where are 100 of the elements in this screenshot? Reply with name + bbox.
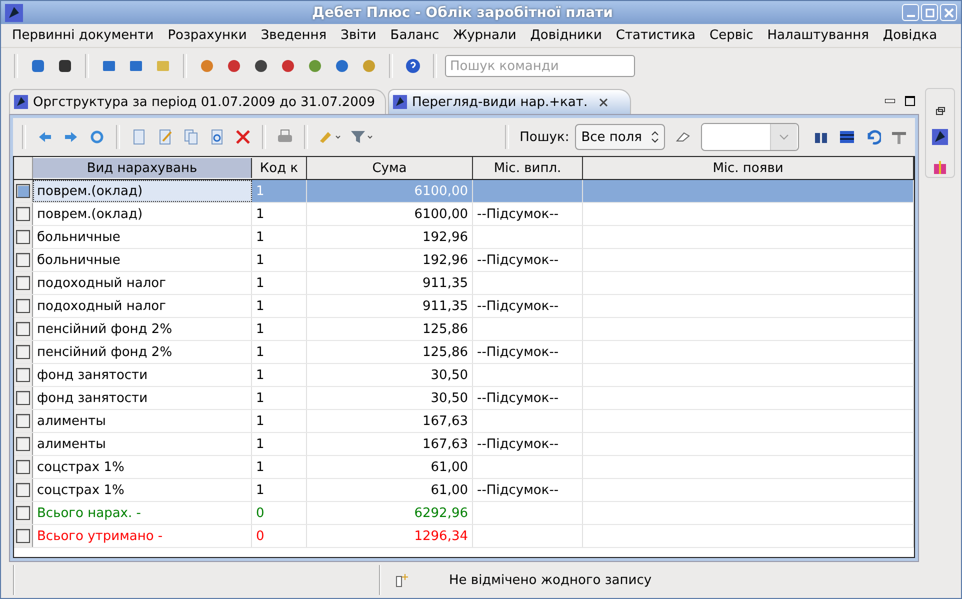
table-cell: 30,50 <box>430 390 468 406</box>
table-cell: 1 <box>256 414 264 428</box>
maximize-button[interactable] <box>921 4 938 21</box>
table-row[interactable]: пенсійний фонд 2% 1 125,86 <box>14 318 914 341</box>
command-search-field[interactable]: Пошук команди <box>445 55 635 77</box>
table-row[interactable]: Всього утримано - 0 1296,34 <box>14 525 914 548</box>
minimize-icon <box>906 15 914 17</box>
minimize-icon[interactable] <box>885 99 895 103</box>
table-cell: больничные <box>37 252 120 268</box>
search-scope-dropdown[interactable]: Все поля <box>575 124 665 150</box>
row-checkbox[interactable] <box>16 529 30 543</box>
menu-item[interactable]: Звіти <box>334 28 384 43</box>
table-cell: 6292,96 <box>414 506 468 520</box>
gift-icon[interactable] <box>932 159 948 175</box>
table-cell: 167,63 <box>422 436 468 452</box>
row-checkbox[interactable] <box>16 437 30 451</box>
table-cell: 192,96 <box>422 252 468 268</box>
row-checkbox[interactable] <box>16 184 30 198</box>
row-checkbox[interactable] <box>16 483 30 497</box>
menu-item[interactable]: Первинні документи <box>5 28 161 43</box>
restore-icon[interactable] <box>936 107 944 115</box>
table-cell: --Підсумок-- <box>477 206 559 222</box>
menu-item[interactable]: Розрахунки <box>160 28 254 43</box>
close-icon[interactable] <box>598 98 608 106</box>
table-cell: 1 <box>256 252 264 268</box>
table-row[interactable]: соцстрах 1% 1 61,00 --Підсумок-- <box>14 479 914 502</box>
row-checkbox[interactable] <box>16 414 30 428</box>
table-cell: 0 <box>256 528 264 544</box>
table-row[interactable]: подоходный налог 1 911,35 <box>14 272 914 295</box>
close-button[interactable] <box>940 4 957 21</box>
table-cell: 1 <box>256 298 264 314</box>
table-row[interactable]: пенсійний фонд 2% 1 125,86 --Підсумок-- <box>14 341 914 364</box>
tab[interactable]: Перегляд-види нар.+кат. <box>388 89 631 114</box>
table-row[interactable]: алименты 1 167,63 --Підсумок-- <box>14 433 914 456</box>
row-checkbox[interactable] <box>16 460 30 474</box>
table-cell: 61,00 <box>430 460 468 474</box>
row-checkbox[interactable] <box>16 345 30 359</box>
row-checkbox[interactable] <box>16 230 30 244</box>
row-checkbox[interactable] <box>16 322 30 336</box>
table-row[interactable]: подоходный налог 1 911,35 --Підсумок-- <box>14 295 914 318</box>
row-checkbox[interactable] <box>16 391 30 405</box>
table-cell: подоходный налог <box>37 298 166 314</box>
table-row[interactable]: поврем.(оклад) 1 6100,00 <box>14 180 914 203</box>
table-cell: Всього утримано - <box>37 528 163 544</box>
menu-item[interactable]: Налаштування <box>760 28 876 43</box>
table-cell: 1 <box>256 184 264 198</box>
search-combo-box[interactable] <box>701 123 799 151</box>
tab[interactable]: Оргструктура за період 01.07.2009 до 31.07.2009 <box>9 89 386 114</box>
table-cell: 30,50 <box>430 368 468 382</box>
table-cell: 1 <box>256 436 264 452</box>
row-checkbox[interactable] <box>16 276 30 290</box>
table-cell: пенсійний фонд 2% <box>37 322 172 336</box>
menu-item[interactable]: Зведення <box>254 28 334 43</box>
row-checkbox[interactable] <box>16 506 30 520</box>
minimize-button[interactable] <box>902 4 919 21</box>
menu-item[interactable]: Статистика <box>608 28 703 43</box>
column-header[interactable]: Міс. випл. <box>473 157 583 179</box>
table-row[interactable]: Всього нарах. - 0 6292,96 <box>14 502 914 525</box>
column-header[interactable]: Міс. появи <box>583 157 914 179</box>
table-cell: поврем.(оклад) <box>37 206 143 222</box>
table-cell: 125,86 <box>422 322 468 336</box>
maximize-icon <box>924 8 934 18</box>
status-message: Не відмічено жодного запису <box>449 572 652 588</box>
table-row[interactable]: больничные 1 192,96 <box>14 226 914 249</box>
row-checkbox[interactable] <box>16 368 30 382</box>
menu-item[interactable]: Сервіс <box>702 28 760 43</box>
menu-item[interactable]: Журнали <box>446 28 524 43</box>
table-cell: 167,63 <box>422 414 468 428</box>
table-cell: алименты <box>37 414 106 428</box>
table-cell: 6100,00 <box>414 184 468 198</box>
table-row[interactable]: фонд занятости 1 30,50 --Підсумок-- <box>14 387 914 410</box>
app-icon <box>5 4 23 22</box>
table-cell: подоходный налог <box>37 276 166 290</box>
window-title: Дебет Плюс - Облік заробітної плати <box>311 4 614 20</box>
menu-item[interactable]: Довідка <box>876 28 944 43</box>
row-checkbox[interactable] <box>16 207 30 221</box>
table-cell: --Підсумок-- <box>477 436 559 452</box>
table-cell: 1 <box>256 344 264 360</box>
eraser-icon[interactable] <box>675 131 691 143</box>
search-label: Пошук: <box>520 130 570 144</box>
column-header[interactable]: Сума <box>307 157 473 179</box>
column-header[interactable]: Вид нарахувань <box>33 158 252 178</box>
menu-item[interactable]: Довідники <box>523 28 609 43</box>
table-row[interactable]: поврем.(оклад) 1 6100,00 --Підсумок-- <box>14 203 914 226</box>
table-cell: Всього нарах. - <box>37 506 141 520</box>
column-header[interactable]: Код к <box>252 157 307 179</box>
maximize-icon[interactable] <box>905 96 915 106</box>
table-cell: 125,86 <box>422 344 468 360</box>
app-icon[interactable] <box>932 129 948 145</box>
table-row[interactable]: больничные 1 192,96 --Підсумок-- <box>14 249 914 272</box>
row-checkbox[interactable] <box>16 253 30 267</box>
row-checkbox[interactable] <box>16 299 30 313</box>
table-cell: пенсійний фонд 2% <box>37 344 172 360</box>
table-cell: 1 <box>256 482 264 498</box>
menu-item[interactable]: Баланс <box>383 28 446 43</box>
table-row[interactable]: фонд занятости 1 30,50 <box>14 364 914 387</box>
table-row[interactable]: алименты 1 167,63 <box>14 410 914 433</box>
table-row[interactable]: соцстрах 1% 1 61,00 <box>14 456 914 479</box>
table-cell: 911,35 <box>422 276 468 290</box>
table-cell: 911,35 <box>422 298 468 314</box>
